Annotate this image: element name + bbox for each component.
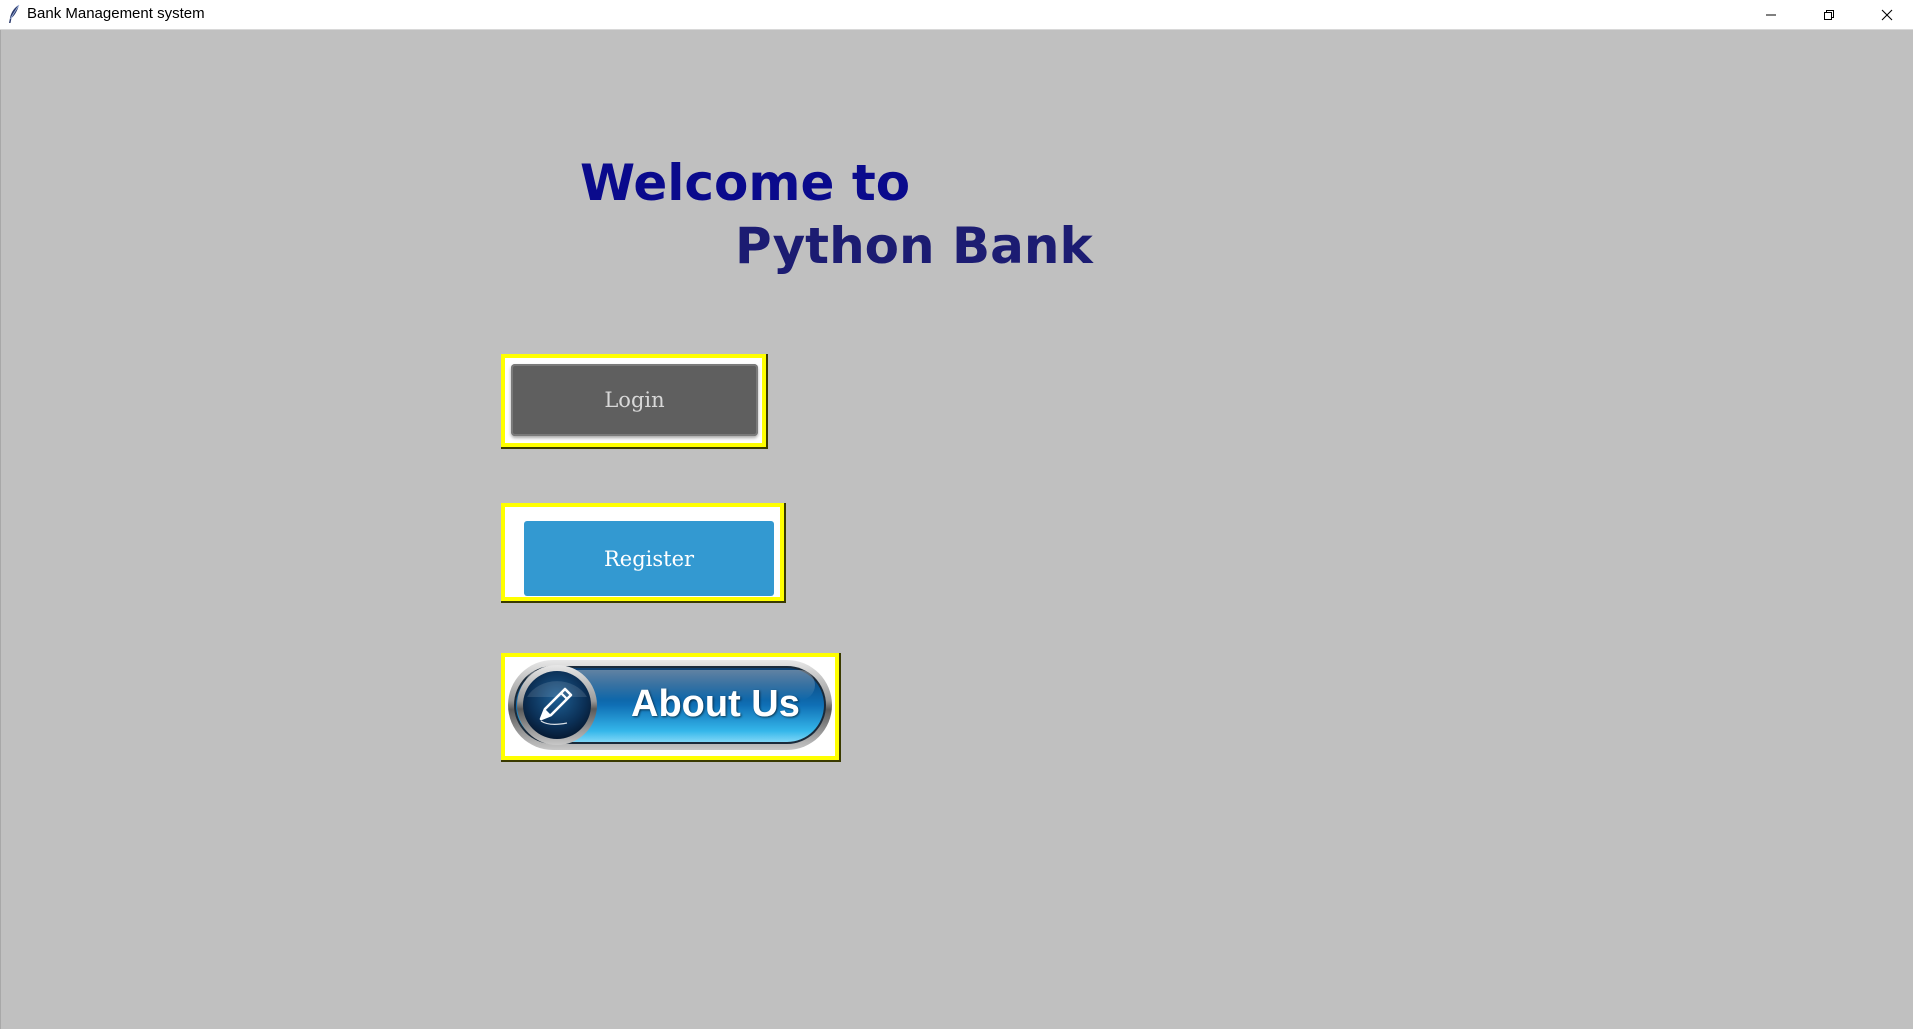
about-us-button-image: About Us (505, 657, 835, 756)
minimize-button[interactable] (1742, 0, 1800, 29)
feather-icon (9, 4, 20, 23)
about-us-button-label: About Us (631, 683, 800, 725)
title-bar[interactable]: Bank Management system (0, 0, 1913, 30)
welcome-heading-line2: Python Bank (735, 217, 1093, 275)
welcome-heading-line1: Welcome to (580, 154, 911, 212)
restore-icon (1824, 9, 1834, 20)
minimize-icon (1766, 14, 1776, 15)
about-us-button-border: About Us (505, 657, 835, 756)
about-us-button[interactable]: About Us (501, 653, 841, 762)
register-button-border: Register (505, 507, 780, 597)
restore-button[interactable] (1800, 0, 1858, 29)
pencil-icon (539, 687, 573, 725)
close-icon (1881, 9, 1893, 20)
main-content: Welcome to Python Bank Login Register Ab… (0, 30, 1913, 1029)
app-window: Bank Management system Welcome to Python… (0, 0, 1913, 1029)
login-button-border: Login (505, 358, 762, 443)
login-button[interactable]: Login (501, 354, 768, 449)
login-button-label: Login (511, 364, 758, 436)
register-button[interactable]: Register (501, 503, 786, 603)
window-title: Bank Management system (27, 5, 205, 22)
close-button[interactable] (1858, 0, 1913, 29)
register-button-label: Register (524, 521, 774, 596)
